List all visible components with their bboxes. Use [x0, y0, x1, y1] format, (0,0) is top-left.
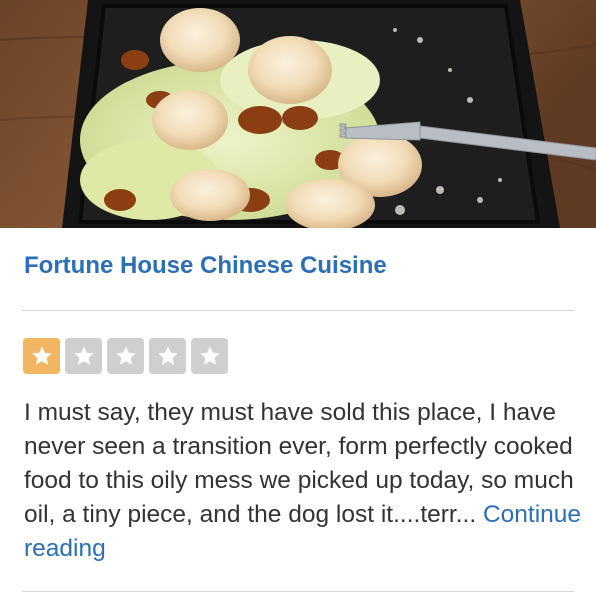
star-icon	[107, 338, 144, 374]
review-photo[interactable]	[0, 0, 596, 228]
star-icon	[23, 338, 60, 374]
star-icon	[149, 338, 186, 374]
business-name-link[interactable]: Fortune House Chinese Cuisine	[24, 252, 387, 280]
divider	[22, 310, 574, 311]
review-text: I must say, they must have sold this pla…	[24, 396, 584, 566]
star-icon	[191, 338, 228, 374]
star-icon	[65, 338, 102, 374]
star-rating	[23, 338, 228, 374]
review-card: Fortune House Chinese Cuisine I must say…	[0, 0, 596, 594]
divider	[22, 591, 574, 592]
